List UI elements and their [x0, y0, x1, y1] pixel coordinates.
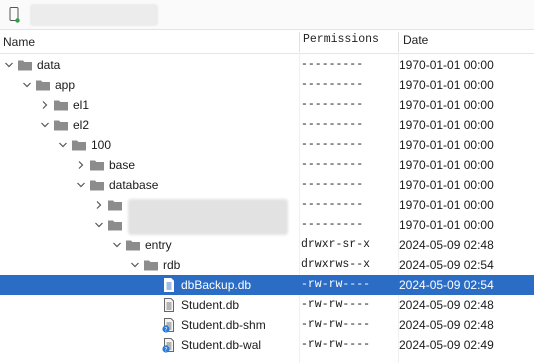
tree-row-date: 1970-01-01 00:00: [399, 58, 494, 72]
chevron-down-icon[interactable]: [129, 259, 141, 271]
tree-row[interactable]: Student.db -rw-rw---- 2024-05-09 02:48: [0, 295, 534, 315]
tree-row-label: Student.db-shm: [181, 318, 266, 332]
tree-row-label: 100: [91, 138, 112, 152]
tree-row-date: 2024-05-09 02:48: [399, 318, 494, 332]
tree-row[interactable]: base --------- 1970-01-01 00:00: [0, 155, 534, 175]
tree-row-permissions: ---------: [301, 158, 364, 171]
tree-row[interactable]: ? Student.db-shm -rw-rw---- 2024-05-09 02:4…: [0, 315, 534, 335]
tree-row-permissions: -rw-rw----: [301, 338, 371, 351]
folder-icon: [108, 200, 122, 211]
tree-row-permissions: -rw-rw----: [301, 318, 371, 331]
tree-row-date: 2024-05-09 02:49: [399, 338, 494, 352]
file-icon: [164, 298, 174, 312]
chevron-down-icon[interactable]: [21, 79, 33, 91]
chevron-down-icon[interactable]: [57, 139, 69, 151]
folder-icon: [126, 240, 140, 251]
folder-icon: [36, 80, 50, 91]
chevron-right-icon[interactable]: [75, 159, 87, 171]
tree-row-label: Student.db: [181, 298, 240, 312]
chevron-down-icon[interactable]: [3, 59, 15, 71]
tree-row-date: 2024-05-09 02:48: [399, 238, 494, 252]
tree-row-date: 2024-05-09 02:54: [399, 258, 494, 272]
device-name-field[interactable]: [30, 4, 158, 26]
tree-row-label: Student.db-wal: [181, 338, 262, 352]
chevron-down-icon[interactable]: [111, 239, 123, 251]
tree-row-permissions: ---------: [301, 78, 364, 91]
folder-icon: [144, 260, 158, 271]
tree-row-permissions: ---------: [301, 58, 364, 71]
tree-row-permissions: ---------: [301, 138, 364, 151]
tree-row-permissions: drwxr-sr-x: [301, 238, 371, 251]
tree-row-label: entry: [145, 238, 172, 252]
tree-row-label: rdb: [163, 258, 181, 272]
column-header-date[interactable]: Date: [403, 30, 428, 50]
redacted-region: [128, 199, 288, 235]
column-header-permissions[interactable]: Permissions: [303, 30, 379, 50]
tree-row-date: 1970-01-01 00:00: [399, 78, 494, 92]
tree-row-permissions: drwxrws--x: [301, 258, 371, 271]
tree-row[interactable]: el1 --------- 1970-01-01 00:00: [0, 95, 534, 115]
tree-row[interactable]: rdb drwxrws--x 2024-05-09 02:54: [0, 255, 534, 275]
folder-icon: [90, 160, 104, 171]
chevron-down-icon[interactable]: [75, 179, 87, 191]
svg-text:?: ?: [164, 326, 167, 333]
tree-row-permissions: -rw-rw----: [301, 278, 371, 291]
folder-icon: [18, 60, 32, 71]
tree-row-label: dbBackup.db: [181, 278, 252, 292]
folder-icon: [72, 140, 86, 151]
svg-text:?: ?: [164, 346, 167, 353]
tree-row-permissions: ---------: [301, 218, 364, 231]
tree-row[interactable]: ? Student.db-wal -rw-rw---- 2024-05-09 02:4…: [0, 335, 534, 355]
tree-row-date: 1970-01-01 00:00: [399, 158, 494, 172]
tree-row[interactable]: 100 --------- 1970-01-01 00:00: [0, 135, 534, 155]
tree-row-date: 1970-01-01 00:00: [399, 218, 494, 232]
tree-row-date: 1970-01-01 00:00: [399, 118, 494, 132]
tree-row-label: el1: [73, 98, 90, 112]
tree-row-label: database: [109, 178, 159, 192]
tree-row-date: 1970-01-01 00:00: [399, 138, 494, 152]
tree-row-date: 1970-01-01 00:00: [399, 178, 494, 192]
tree-row[interactable]: entry drwxr-sr-x 2024-05-09 02:48: [0, 235, 534, 255]
tree-row[interactable]: dbBackup.db -rw-rw---- 2024-05-09 02:54: [0, 275, 534, 295]
tree-row[interactable]: el2 --------- 1970-01-01 00:00: [0, 115, 534, 135]
folder-icon: [54, 120, 68, 131]
chevron-down-icon[interactable]: [93, 219, 105, 231]
unknown-file-icon: ?: [162, 318, 174, 333]
tree-row-label: app: [55, 78, 76, 92]
column-header-row: Name Permissions Date: [0, 30, 534, 54]
tree-row-date: 2024-05-09 02:48: [399, 298, 494, 312]
tree-row-permissions: ---------: [301, 98, 364, 111]
phone-icon: [9, 7, 20, 23]
file-icon: [164, 278, 174, 292]
folder-icon: [90, 180, 104, 191]
tree-row-date: 1970-01-01 00:00: [399, 98, 494, 112]
chevron-right-icon[interactable]: [39, 99, 51, 111]
column-header-name[interactable]: Name: [3, 30, 35, 54]
tree-row-label: el2: [73, 118, 90, 132]
column-divider[interactable]: [398, 32, 399, 52]
tree-row[interactable]: database --------- 1970-01-01 00:00: [0, 175, 534, 195]
column-divider[interactable]: [299, 32, 300, 52]
tree-row-date: 1970-01-01 00:00: [399, 198, 494, 212]
tree-row-label: data: [37, 58, 61, 72]
unknown-file-icon: ?: [162, 338, 174, 353]
chevron-down-icon[interactable]: [39, 119, 51, 131]
tree-row-permissions: ---------: [301, 178, 364, 191]
tree-row-permissions: ---------: [301, 198, 364, 211]
folder-icon: [108, 220, 122, 231]
tree-row-date: 2024-05-09 02:54: [399, 278, 494, 292]
folder-icon: [54, 100, 68, 111]
chevron-right-icon[interactable]: [93, 199, 105, 211]
tree-row[interactable]: app --------- 1970-01-01 00:00: [0, 75, 534, 95]
tree-row-permissions: -rw-rw----: [301, 298, 371, 311]
tree-row-permissions: ---------: [301, 118, 364, 131]
tree-row-label: base: [109, 158, 136, 172]
tree-row[interactable]: data --------- 1970-01-01 00:00: [0, 55, 534, 75]
device-selector-bar[interactable]: [0, 0, 534, 30]
